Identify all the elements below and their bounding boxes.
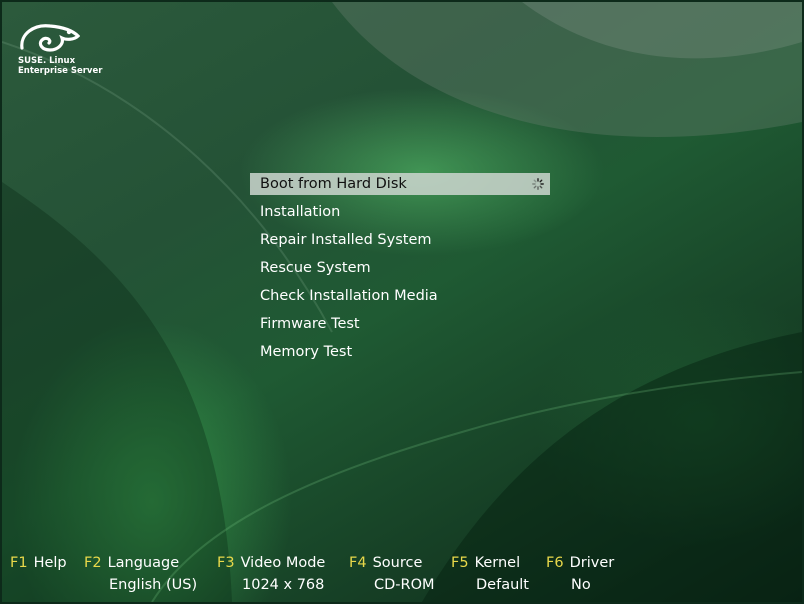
source-value: CD-ROM: [374, 577, 435, 593]
menu-item-boot-hard-disk[interactable]: Boot from Hard Disk: [250, 173, 550, 195]
menu-item-memory-test[interactable]: Memory Test: [250, 341, 550, 363]
menu-item-rescue-system[interactable]: Rescue System: [250, 257, 550, 279]
key-function: Help: [33, 555, 67, 571]
menu-item-label: Repair Installed System: [260, 232, 432, 248]
brand-line-1: SUSE. Linux: [18, 56, 76, 66]
f5-kernel-key[interactable]: F5 Kernel: [451, 555, 520, 571]
menu-item-installation[interactable]: Installation: [250, 201, 550, 223]
key-label: F2: [84, 555, 102, 571]
kernel-value: Default: [476, 577, 529, 593]
f1-help-key[interactable]: F1 Help: [10, 555, 67, 571]
menu-item-label: Rescue System: [260, 260, 371, 276]
menu-item-label: Check Installation Media: [260, 288, 438, 304]
f3-video-mode-key[interactable]: F3 Video Mode: [217, 555, 325, 571]
video-mode-value: 1024 x 768: [242, 577, 325, 593]
menu-item-firmware-test[interactable]: Firmware Test: [250, 313, 550, 335]
key-label: F4: [349, 555, 367, 571]
key-function: Kernel: [474, 555, 521, 571]
menu-item-label: Memory Test: [260, 344, 353, 360]
menu-item-label: Installation: [260, 204, 341, 220]
key-label: F5: [451, 555, 469, 571]
boot-screen: SUSE. Linux Enterprise Server Boot from …: [2, 2, 802, 602]
menu-item-label: Boot from Hard Disk: [260, 176, 407, 192]
spinner-icon: [532, 178, 544, 190]
suse-chameleon-logo: [20, 24, 80, 52]
f4-source-key[interactable]: F4 Source: [349, 555, 422, 571]
brand-text: SUSE. Linux Enterprise Server: [18, 56, 102, 76]
key-function: Source: [372, 555, 423, 571]
menu-item-label: Firmware Test: [260, 316, 360, 332]
language-value: English (US): [109, 577, 198, 593]
brand-line-2: Enterprise Server: [18, 66, 103, 76]
key-function: Language: [107, 555, 180, 571]
f6-driver-key[interactable]: F6 Driver: [546, 555, 614, 571]
menu-item-repair-installed-system[interactable]: Repair Installed System: [250, 229, 550, 251]
boot-menu: Boot from Hard Disk Installation Repair …: [250, 173, 550, 369]
function-key-bar: F1 Help F2 Language English (US) F3 Video M…: [10, 555, 800, 601]
key-function: Driver: [569, 555, 615, 571]
key-label: F6: [546, 555, 564, 571]
driver-value: No: [571, 577, 591, 593]
menu-item-check-installation-media[interactable]: Check Installation Media: [250, 285, 550, 307]
f2-language-key[interactable]: F2 Language: [84, 555, 179, 571]
key-label: F3: [217, 555, 235, 571]
key-label: F1: [10, 555, 28, 571]
key-function: Video Mode: [240, 555, 326, 571]
